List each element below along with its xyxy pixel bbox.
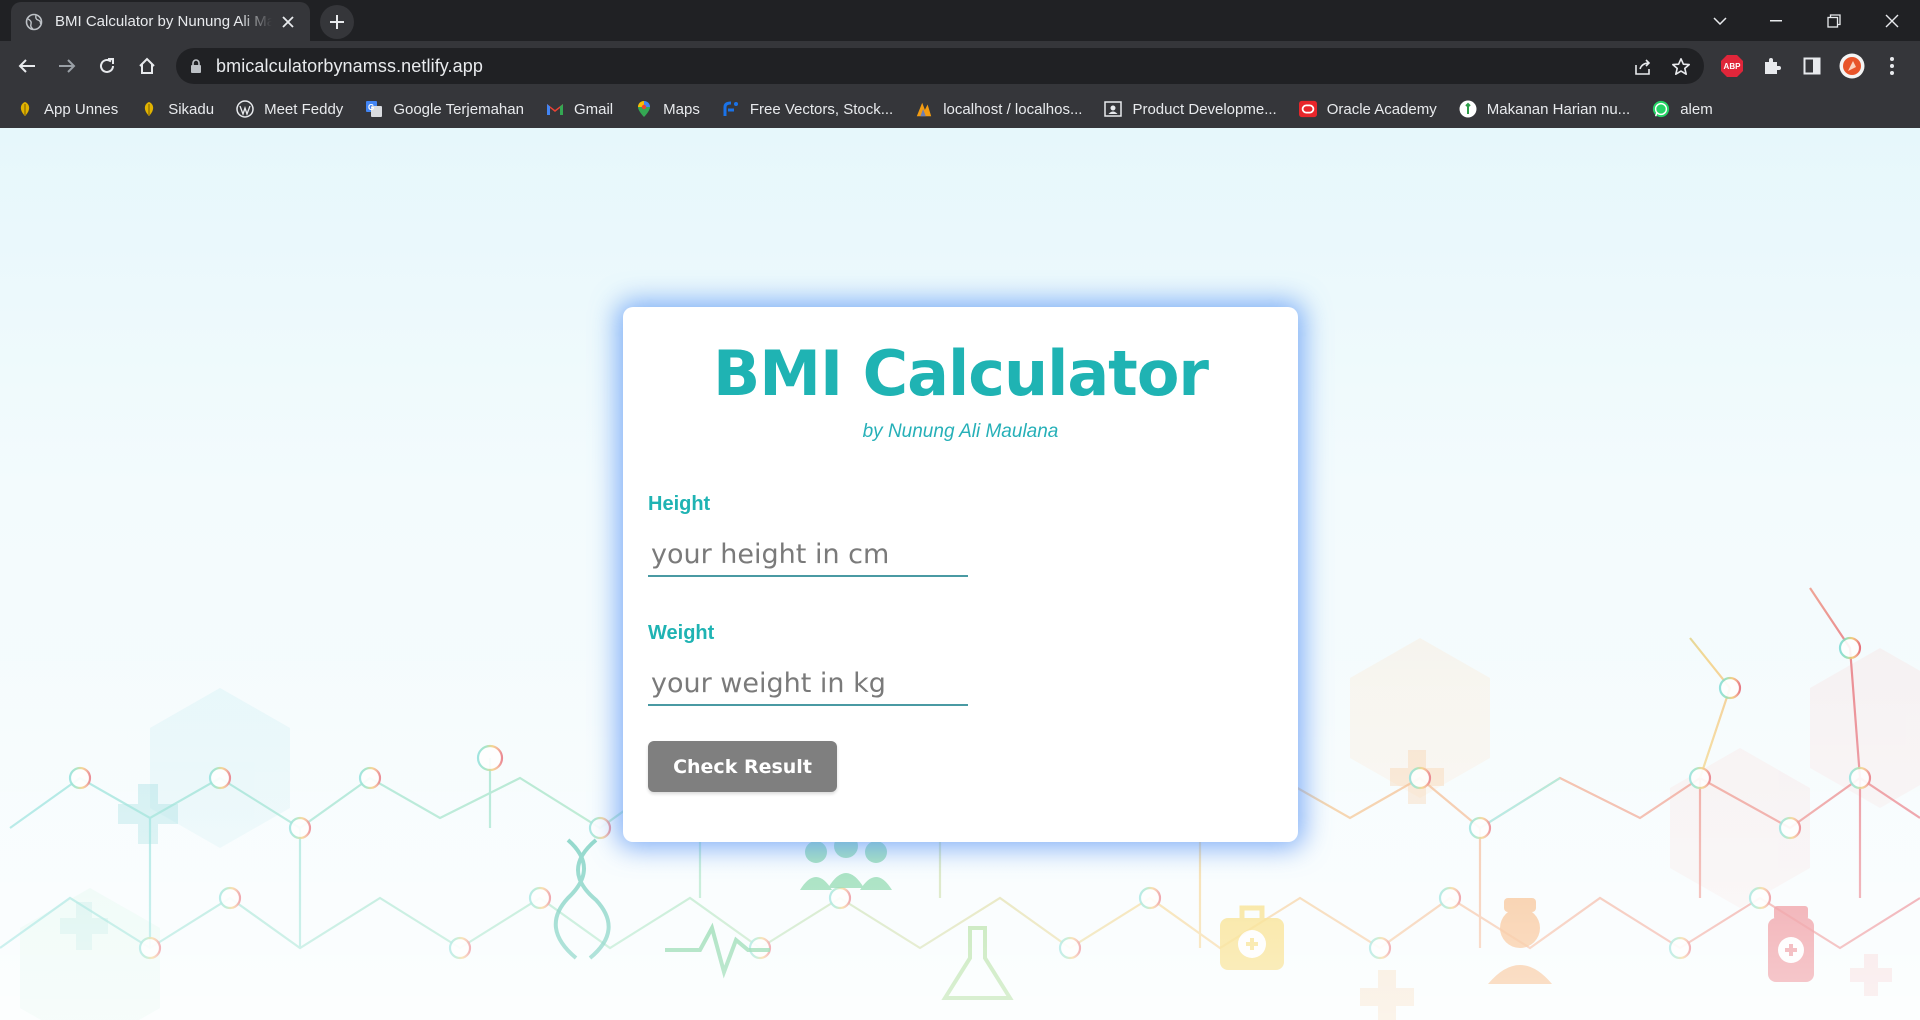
gmail-icon: [546, 100, 564, 118]
bookmark-google-translate[interactable]: G Google Terjemahan: [365, 100, 524, 118]
arrow-right-icon: [59, 59, 76, 73]
freepik-icon: [722, 100, 740, 118]
bookmark-label: Meet Feddy: [264, 100, 344, 118]
bookmark-meet-feddy[interactable]: Meet Feddy: [236, 100, 343, 118]
avatar-icon: [1839, 53, 1865, 79]
bookmark-oracle-academy[interactable]: Oracle Academy: [1298, 100, 1437, 118]
restore-button[interactable]: [1806, 0, 1862, 41]
bookmark-star-icon[interactable]: [1670, 56, 1692, 78]
bookmark-alem[interactable]: alem: [1652, 100, 1713, 118]
side-panel-button[interactable]: [1796, 50, 1828, 82]
tab-strip: BMI Calculator by Nunung Ali Maulana: [0, 0, 1920, 41]
bookmark-sikadu[interactable]: Sikadu: [140, 100, 214, 118]
check-result-button[interactable]: Check Result: [648, 741, 837, 792]
bookmark-label: Sikadu: [168, 100, 215, 118]
nutrition-icon: [1459, 100, 1477, 118]
bookmark-gmail[interactable]: Gmail: [546, 100, 613, 118]
unnes-logo-icon: [140, 100, 158, 118]
bookmark-label: Product Developme...: [1132, 100, 1277, 118]
page-viewport: BMI Calculator by Nunung Ali Maulana Hei…: [0, 128, 1920, 1020]
tab-title: BMI Calculator by Nunung Ali Maulana: [55, 13, 272, 30]
tab-search-button[interactable]: [1692, 0, 1748, 41]
chevron-down-icon: [1713, 16, 1727, 25]
reload-icon: [100, 58, 114, 73]
bookmark-maps[interactable]: Maps: [635, 100, 700, 118]
close-icon: [1885, 14, 1899, 27]
browser-menu-button[interactable]: [1876, 50, 1908, 82]
bookmark-product-development[interactable]: Product Developme...: [1104, 100, 1277, 118]
restore-icon: [1827, 13, 1841, 28]
maps-pin-icon: [635, 100, 653, 118]
weight-label: Weight: [648, 622, 715, 644]
browser-toolbar: bmicalculatorbynamss.netlify.app ABP: [0, 41, 1920, 90]
svg-text:G: G: [368, 103, 374, 112]
bookmark-makanan-harian[interactable]: Makanan Harian nu...: [1459, 100, 1630, 118]
page-title: BMI Calculator: [713, 337, 1209, 410]
profile-avatar[interactable]: [1836, 50, 1868, 82]
arrow-left-icon: [18, 59, 35, 73]
lock-icon: [191, 58, 201, 73]
puzzle-icon: [1765, 58, 1781, 74]
home-button[interactable]: [130, 49, 164, 83]
share-icon[interactable]: [1632, 56, 1654, 78]
new-tab-button[interactable]: [320, 5, 354, 39]
plus-icon: [330, 15, 344, 29]
bookmark-label: App Unnes: [44, 100, 119, 118]
oracle-icon: [1298, 100, 1317, 118]
close-icon[interactable]: [278, 12, 298, 32]
author-subtitle: by Nunung Ali Maulana: [862, 421, 1059, 442]
minimize-button[interactable]: [1748, 0, 1804, 41]
home-icon: [139, 57, 155, 74]
side-panel-icon: [1803, 57, 1821, 75]
adblock-extension-button[interactable]: ABP: [1716, 50, 1748, 82]
bookmark-label: Maps: [663, 100, 700, 118]
bookmark-label: Google Terjemahan: [393, 100, 524, 118]
bookmark-label: alem: [1680, 100, 1713, 118]
height-input[interactable]: [648, 533, 968, 577]
minimize-icon: [1770, 19, 1782, 21]
height-label: Height: [648, 493, 711, 515]
bookmark-label: Makanan Harian nu...: [1486, 100, 1631, 118]
bookmark-label: Free Vectors, Stock...: [749, 100, 894, 118]
kebab-menu-icon: [1890, 57, 1894, 75]
weight-input[interactable]: [648, 662, 968, 706]
bookmarks-bar: App Unnes Sikadu Meet Feddy G Google Ter…: [0, 90, 1920, 128]
browser-tab-active[interactable]: BMI Calculator by Nunung Ali Maulana: [11, 2, 310, 41]
globe-icon: [25, 13, 43, 31]
phpmyadmin-icon: [915, 100, 933, 118]
bookmark-label: Oracle Academy: [1326, 100, 1437, 118]
bookmark-freepik[interactable]: Free Vectors, Stock...: [722, 100, 893, 118]
bookmark-label: localhost / localhos...: [943, 100, 1083, 118]
forward-button[interactable]: [50, 49, 84, 83]
whatsapp-icon: [1652, 100, 1670, 118]
bookmark-phpmyadmin[interactable]: localhost / localhos...: [915, 100, 1082, 118]
unnes-logo-icon: [16, 100, 34, 118]
bookmark-app-unnes[interactable]: App Unnes: [16, 100, 118, 118]
wordpress-icon: [236, 100, 254, 118]
back-button[interactable]: [10, 49, 44, 83]
adblock-label: ABP: [1723, 61, 1741, 71]
bookmark-label: Gmail: [573, 100, 614, 118]
bmi-calculator-card: BMI Calculator by Nunung Ali Maulana Hei…: [623, 307, 1298, 842]
url-text: bmicalculatorbynamss.netlify.app: [216, 55, 483, 76]
contact-card-icon: [1104, 100, 1123, 118]
google-translate-icon: G: [365, 100, 383, 118]
window-close-button[interactable]: [1864, 0, 1920, 41]
extensions-button[interactable]: [1756, 50, 1788, 82]
reload-button[interactable]: [90, 49, 124, 83]
address-bar[interactable]: bmicalculatorbynamss.netlify.app: [176, 48, 1704, 84]
